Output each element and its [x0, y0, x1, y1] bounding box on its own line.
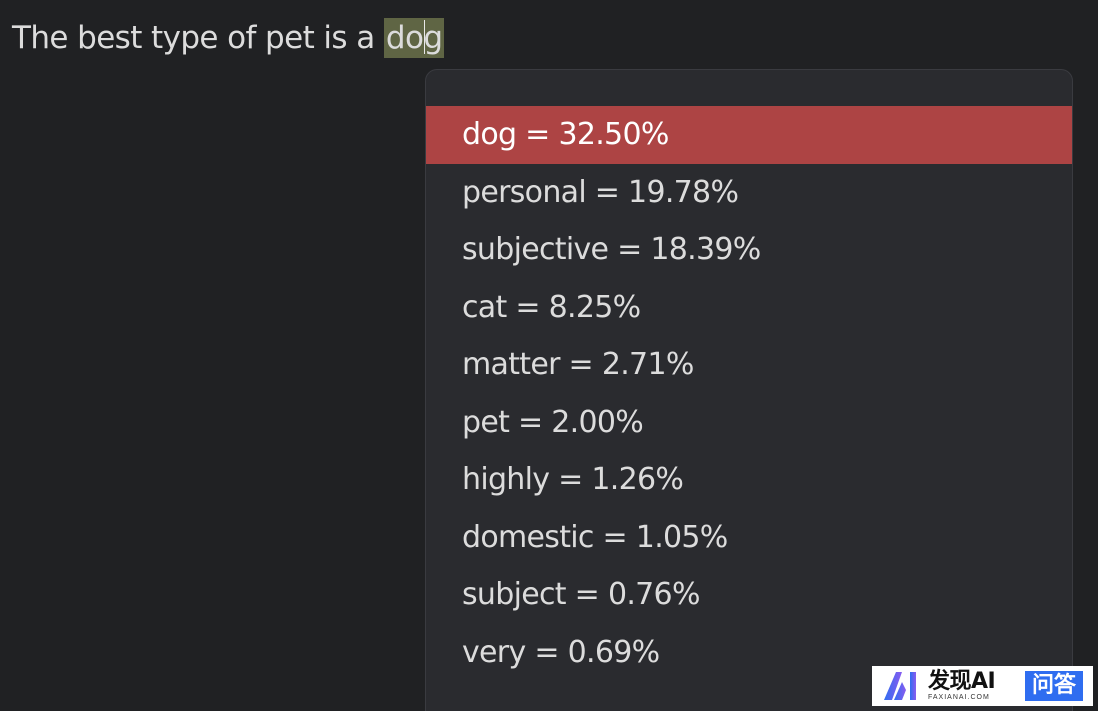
prompt-text-editor[interactable]: The best type of pet is a do g [12, 18, 445, 58]
playground-canvas: The best type of pet is a do g dog = 32.5… [0, 0, 1098, 711]
completion-token-after-caret: g [423, 20, 443, 56]
token-option[interactable]: subjective = 18.39% [426, 221, 1072, 279]
token-option[interactable]: highly = 1.26% [426, 451, 1072, 509]
watermark-badge: 问答 [1024, 671, 1083, 701]
text-caret [423, 20, 425, 54]
token-option[interactable]: cat = 8.25% [426, 279, 1072, 337]
token-probability-list: dog = 32.50% personal = 19.78% subjectiv… [426, 106, 1072, 681]
token-option[interactable]: personal = 19.78% [426, 164, 1072, 222]
watermark-banner: 发现AI FAXIANAI.COM 问答 [872, 666, 1093, 706]
token-option[interactable]: subject = 0.76% [426, 566, 1072, 624]
watermark-title: 发现AI [928, 669, 996, 694]
ai-logo-icon [884, 672, 916, 700]
prompt-text: The best type of pet is a [12, 20, 375, 56]
token-probabilities-popup: dog = 32.50% personal = 19.78% subjectiv… [425, 69, 1073, 711]
highlighted-completion-token[interactable]: do g [383, 18, 445, 58]
token-option[interactable]: pet = 2.00% [426, 394, 1072, 452]
token-option-selected[interactable]: dog = 32.50% [426, 106, 1072, 164]
watermark-subtitle: FAXIANAI.COM [928, 694, 990, 701]
token-option[interactable]: matter = 2.71% [426, 336, 1072, 394]
completion-token-before-caret: do [385, 20, 424, 56]
token-option[interactable]: domestic = 1.05% [426, 509, 1072, 567]
watermark-brand: 发现AI FAXIANAI.COM [928, 669, 996, 702]
